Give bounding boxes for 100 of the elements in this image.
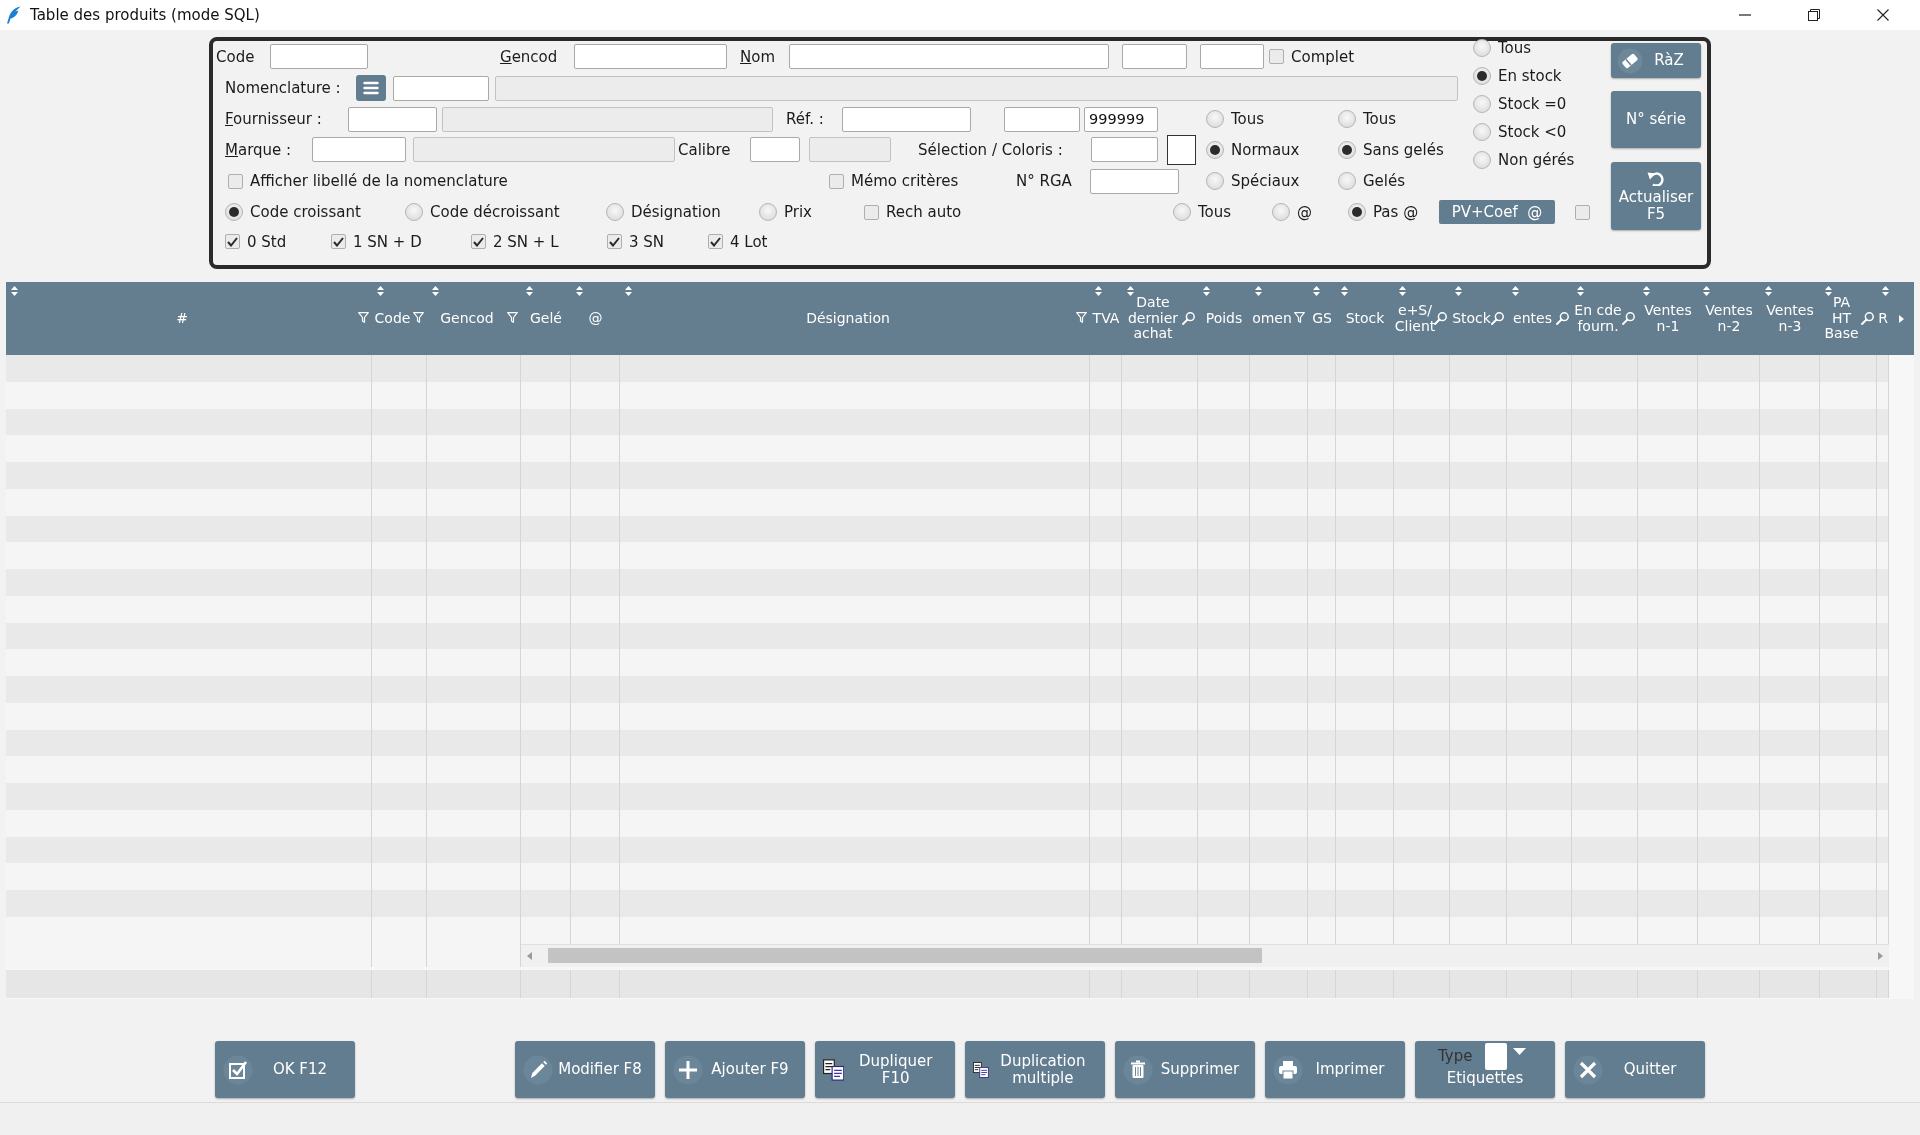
horizontal-scrollbar[interactable]	[521, 943, 1889, 967]
filter-icon[interactable]	[358, 312, 369, 323]
serial-number-button[interactable]: N° série	[1611, 91, 1701, 148]
filter-icon[interactable]	[507, 312, 518, 323]
radio-button[interactable]	[1206, 172, 1224, 190]
sort-arrows-icon[interactable]	[1577, 286, 1584, 296]
refresh-button[interactable]: Actualiser F5	[1611, 162, 1701, 230]
edit-button[interactable]: Modifier F8	[515, 1041, 655, 1098]
ok-button[interactable]: OK F12	[215, 1041, 355, 1098]
sort-arrows-icon[interactable]	[1313, 286, 1320, 296]
column-header[interactable]: Ventes n-3	[1762, 302, 1818, 335]
radio-button[interactable]	[1272, 203, 1290, 221]
column-header[interactable]: TVA	[1092, 310, 1120, 327]
column-header[interactable]: e+S/ Client	[1394, 302, 1436, 335]
text-field[interactable]	[393, 75, 489, 101]
text-field[interactable]	[348, 106, 437, 132]
radio-button[interactable]	[1206, 110, 1224, 128]
label-type-button[interactable]: Type Etiquettes	[1415, 1041, 1555, 1098]
search-icon[interactable]	[1491, 312, 1504, 325]
sort-arrows-icon[interactable]	[1399, 286, 1406, 296]
radio-button[interactable]	[1173, 203, 1191, 221]
arrow-right-icon[interactable]	[1878, 951, 1883, 960]
color-swatch[interactable]	[1167, 134, 1196, 165]
column-header[interactable]: omen	[1252, 310, 1292, 327]
column-header[interactable]: Date dernier achat	[1124, 295, 1182, 342]
search-icon[interactable]	[1182, 312, 1195, 325]
column-header[interactable]: #	[176, 310, 188, 327]
reset-button[interactable]: RàZ	[1611, 43, 1701, 78]
column-header[interactable]: PA HT Base	[1822, 295, 1861, 342]
filter-icon[interactable]	[413, 312, 424, 323]
delete-button[interactable]: Supprimer	[1115, 1041, 1255, 1098]
checkbox[interactable]	[708, 234, 723, 249]
text-field[interactable]	[842, 106, 971, 132]
radio-button[interactable]	[1338, 172, 1356, 190]
radio-button[interactable]	[225, 203, 243, 221]
text-field[interactable]	[312, 137, 406, 162]
text-field[interactable]	[270, 44, 368, 69]
radio-button[interactable]	[405, 203, 423, 221]
scrollbar-thumb[interactable]	[548, 948, 1262, 963]
column-header[interactable]: Code	[374, 310, 411, 327]
sort-arrows-icon[interactable]	[1341, 286, 1348, 296]
text-field[interactable]: 999999	[1084, 106, 1158, 132]
sort-arrows-icon[interactable]	[1643, 286, 1650, 296]
text-field[interactable]	[1004, 106, 1080, 132]
radio-button[interactable]	[1338, 110, 1356, 128]
sort-arrows-icon[interactable]	[1255, 286, 1262, 296]
text-field[interactable]	[574, 44, 727, 69]
duplicate-button[interactable]: Duplication multiple	[965, 1041, 1105, 1098]
column-header[interactable]: entes	[1513, 310, 1552, 327]
sort-arrows-icon[interactable]	[11, 286, 18, 296]
text-field[interactable]	[750, 137, 800, 162]
radio-button[interactable]	[1473, 67, 1491, 85]
checkbox[interactable]	[228, 173, 243, 189]
column-header[interactable]: Désignation	[806, 310, 890, 327]
search-icon[interactable]	[1861, 312, 1874, 325]
text-field[interactable]	[1091, 137, 1158, 162]
column-header[interactable]: Stock	[1452, 310, 1491, 327]
sort-arrows-icon[interactable]	[625, 286, 632, 296]
restore-icon[interactable]	[1807, 9, 1820, 21]
search-icon[interactable]	[1622, 312, 1635, 325]
checkbox[interactable]	[331, 234, 346, 249]
close-icon[interactable]	[1876, 9, 1889, 21]
column-header[interactable]: Poids	[1205, 310, 1243, 327]
list-button[interactable]	[356, 75, 386, 101]
add-button[interactable]: Ajouter F9	[665, 1041, 805, 1098]
checkbox[interactable]	[829, 173, 844, 189]
text-field[interactable]	[1090, 168, 1179, 194]
sort-arrows-icon[interactable]	[1825, 286, 1832, 296]
radio-button[interactable]	[1348, 203, 1366, 221]
minimize-icon[interactable]	[1738, 14, 1751, 16]
quit-button[interactable]: Quitter	[1565, 1041, 1705, 1098]
duplicate-button[interactable]: Dupliquer F10	[815, 1041, 955, 1098]
checkbox[interactable]	[1575, 204, 1590, 220]
sort-arrows-icon[interactable]	[1127, 286, 1134, 296]
column-header[interactable]: Ventes n-1	[1640, 302, 1696, 335]
dropdown-icon[interactable]	[1485, 1043, 1528, 1070]
radio-button[interactable]	[1206, 140, 1224, 159]
text-field[interactable]	[1200, 44, 1264, 69]
column-header[interactable]: En cde fourn.	[1574, 302, 1622, 335]
arrow-right-icon[interactable]	[1899, 314, 1904, 323]
option-button[interactable]: PV+Coef @	[1439, 200, 1555, 224]
radio-button[interactable]	[759, 203, 777, 221]
sort-arrows-icon[interactable]	[526, 286, 533, 296]
radio-button[interactable]	[606, 203, 624, 221]
radio-button[interactable]	[1473, 39, 1491, 57]
checkbox[interactable]	[1269, 49, 1284, 64]
sort-arrows-icon[interactable]	[1455, 286, 1462, 296]
checkbox[interactable]	[864, 204, 879, 220]
column-header[interactable]: Gencod	[440, 310, 494, 327]
sort-arrows-icon[interactable]	[377, 286, 384, 296]
checkbox[interactable]	[607, 234, 622, 249]
radio-button[interactable]	[1473, 151, 1491, 169]
search-icon[interactable]	[1556, 312, 1569, 325]
sort-arrows-icon[interactable]	[1882, 286, 1889, 296]
text-field[interactable]	[789, 44, 1109, 69]
radio-button[interactable]	[1338, 140, 1356, 159]
sort-arrows-icon[interactable]	[1203, 286, 1210, 296]
sort-arrows-icon[interactable]	[1512, 286, 1519, 296]
print-button[interactable]: Imprimer	[1265, 1041, 1405, 1098]
filter-icon[interactable]	[1294, 312, 1305, 323]
